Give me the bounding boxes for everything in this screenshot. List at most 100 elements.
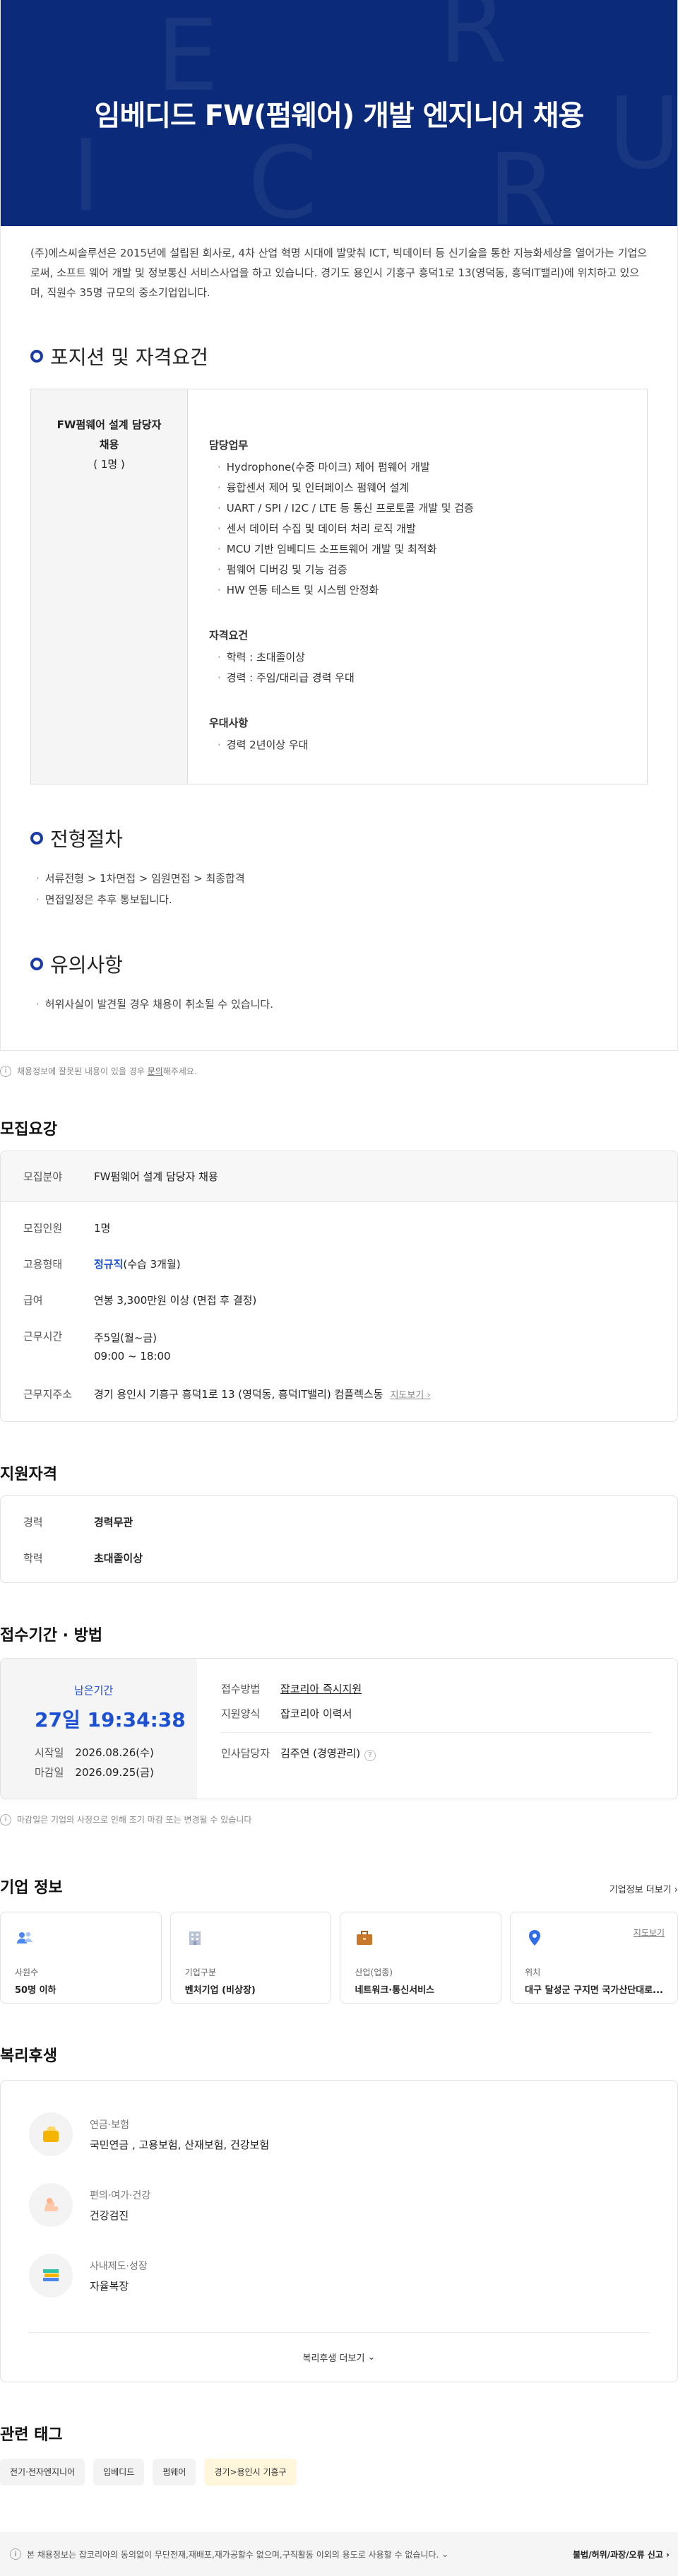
- info-icon: i: [0, 1813, 11, 1825]
- hero-banner: E R I C U R 임베디드 FW(펌웨어) 개발 엔지니어 채용: [1, 0, 677, 226]
- hero-bg-letter: R: [439, 0, 508, 86]
- location-pin-icon: [529, 1930, 541, 1946]
- job-posting-card: E R I C U R 임베디드 FW(펌웨어) 개발 엔지니어 채용 (주)에…: [0, 0, 678, 1051]
- welfare-value: 건강검진: [90, 2209, 129, 2222]
- chevron-down-icon: ⌄: [367, 2352, 376, 2363]
- address-row: 근무지주소 경기 용인시 기흥구 흥덕1로 13 (영덕동, 흥덕IT밸리) 컴…: [1, 1387, 677, 1401]
- tag-item[interactable]: 전기·전자엔지니어: [0, 2459, 85, 2486]
- report-link[interactable]: 불법/허위/과장/오류 신고 ›: [573, 2548, 670, 2560]
- position-count: ( 1명 ): [93, 458, 125, 471]
- salary-row: 급여 연봉 3,300만원 이상 (면접 후 결정): [1, 1293, 677, 1307]
- headcount-row: 모집인원 1명: [1, 1221, 677, 1235]
- row-key: 인사담당자: [221, 1747, 270, 1760]
- instant-apply-link[interactable]: 잡코리아 즉시지원: [280, 1681, 362, 1696]
- remaining-countdown: 27일 19:34:38: [35, 1708, 186, 1731]
- tag-list: 전기·전자엔지니어 임베디드 펌웨어 경기>용인시 기흥구: [0, 2459, 678, 2486]
- welfare-box: 연금·보험 국민연금 , 고용보험, 산재보험, 건강보험 편의·여가·건강 건…: [0, 2080, 678, 2382]
- summary-title: 모집요강: [0, 1121, 57, 1139]
- method-panel: 접수방법 잡코리아 즉시지원 지원양식 잡코리아 이력서 인사담당자 김주연 (…: [197, 1659, 677, 1799]
- start-date: 2026.08.26(수): [75, 1746, 154, 1759]
- application-period-box: 남은기간 27일 19:34:38 시작일 2026.08.26(수) 마감일 20…: [0, 1658, 678, 1799]
- manager-name: 김주연 (경영관리): [280, 1747, 361, 1760]
- position-name-line2: 채용: [99, 438, 119, 451]
- end-date-row: 마감일 2026.09.25(금): [35, 1766, 154, 1779]
- remaining-label: 남은기간: [74, 1684, 114, 1697]
- period-title: 접수기간 · 방법: [0, 1627, 103, 1645]
- company-card-type: 기업구분 벤처기업 (비상장): [170, 1912, 332, 2004]
- list-item: 펌웨어 디버깅 및 기능 검증: [209, 560, 474, 580]
- section-title: 유의사항: [50, 953, 124, 977]
- building-icon: [189, 1931, 201, 1945]
- list-item: MCU 기반 임베디드 소프트웨어 개발 및 최적화: [209, 539, 474, 560]
- error-report-notice: i 채용정보에 잘못된 내용이 있을 경우 문의 해주세요.: [0, 1065, 678, 1077]
- tag-item[interactable]: 경기>용인시 기흥구: [204, 2459, 297, 2486]
- row-value: 연봉 3,300만원 이상 (면접 후 결정): [94, 1294, 257, 1307]
- caution-list: 허위사실이 발견될 경우 채용이 취소될 수 있습니다.: [1, 978, 677, 1015]
- hours-time: 09:00 ~ 18:00: [94, 1350, 171, 1363]
- requirement-group: 자격요건 학력 : 초대졸이상 경력 : 주임/대리급 경력 우대: [209, 626, 474, 688]
- section-position-header: 포지션 및 자격요건: [1, 342, 677, 370]
- card-label: 사원수: [15, 1968, 39, 1977]
- company-intro: (주)에스씨솔루션은 2015년에 설립된 회사로, 4차 산업 혁명 시대에 …: [30, 247, 648, 299]
- hours-row: 근무시간 주5일(월~금) 09:00 ~ 18:00: [1, 1329, 677, 1365]
- list-item: Hydrophone(수중 마이크) 제어 펌웨어 개발: [209, 457, 474, 478]
- footer-text: 본 채용정보는 잡코리아의 동의없이 무단전재,재배포,재가공할수 없으며,구직…: [27, 2549, 439, 2560]
- list-item: 면접일정은 추후 통보됩니다.: [36, 889, 648, 910]
- tags-title: 관련 태그: [0, 2426, 63, 2444]
- list-item: UART / SPI / I2C / LTE 등 통신 프로토콜 개발 및 검증: [209, 498, 474, 519]
- tag-item[interactable]: 임베디드: [93, 2459, 145, 2486]
- company-more-link[interactable]: 기업정보 더보기 ›: [609, 1882, 678, 1895]
- process-list: 서류전형 > 1차면접 > 임원면접 > 최종합격 면접일정은 추후 통보됩니다…: [1, 852, 677, 910]
- qualification-box: 경력 경력무관 학력 초대졸이상: [0, 1495, 678, 1583]
- hero-bg-letter: U: [608, 76, 677, 192]
- section-caution-header: 유의사항: [1, 950, 677, 978]
- welfare-category: 사내제도·성장: [90, 2260, 148, 2272]
- row-key: 접수방법: [221, 1683, 261, 1695]
- welfare-more-button[interactable]: 복리후생 더보기 ⌄: [29, 2332, 649, 2382]
- list-item: 융합센서 제어 및 인터페이스 펌웨어 설계: [209, 478, 474, 498]
- welfare-item: 편의·여가·건강 건강검진: [29, 2170, 649, 2240]
- inquiry-link[interactable]: 문의: [148, 1065, 163, 1077]
- group-title: 우대사항: [209, 717, 249, 729]
- map-link[interactable]: 지도보기 ›: [390, 1390, 430, 1401]
- deadline-notice: i 마감일은 기업의 사정으로 인해 조기 마감 또는 변경될 수 있습니다: [0, 1813, 678, 1825]
- position-table: FW펌웨어 설계 담당자 채용 ( 1명 ) 담당업무 Hydrophone(수…: [30, 389, 648, 784]
- notice-text: 채용정보에 잘못된 내용이 있을 경우: [17, 1066, 145, 1076]
- row-key: 학력: [23, 1552, 43, 1565]
- hero-bg-letter: I: [71, 119, 101, 226]
- briefcase-icon: [357, 1931, 373, 1945]
- row-value: 초대졸이상: [94, 1552, 143, 1565]
- education-row: 학력 초대졸이상: [1, 1551, 677, 1565]
- pension-icon: [29, 2112, 73, 2156]
- hours-days: 주5일(월~금): [94, 1331, 157, 1344]
- welfare-value: 국민연금 , 고용보험, 산재보험, 건강보험: [90, 2138, 270, 2151]
- list-item: 경력 2년이상 우대: [209, 735, 474, 755]
- welfare-category: 편의·여가·건강: [90, 2189, 151, 2201]
- group-title: 자격요건: [209, 629, 249, 642]
- ring-bullet-icon: [30, 958, 43, 970]
- people-icon: [17, 1931, 32, 1943]
- employment-type: 정규직: [94, 1258, 124, 1271]
- manager-row: 인사담당자 김주연 (경영관리)?: [221, 1746, 677, 1761]
- welfare-item: 사내제도·성장 자율복장: [29, 2240, 649, 2311]
- location-map-link[interactable]: 지도보기: [634, 1927, 665, 1939]
- welfare-value: 자율복장: [90, 2279, 129, 2293]
- copyright-footer: i 본 채용정보는 잡코리아의 동의없이 무단전재,재배포,재가공할수 없으며,…: [0, 2532, 678, 2576]
- card-label: 산업(업종): [355, 1968, 393, 1977]
- card-label: 위치: [525, 1968, 541, 1977]
- hero-bg-letter: R: [488, 133, 557, 227]
- health-icon: [29, 2183, 73, 2227]
- form-row: 지원양식 잡코리아 이력서: [221, 1706, 677, 1721]
- company-card-industry: 산업(업종) 네트워크·통신서비스: [340, 1912, 502, 2004]
- company-card-location: 지도보기 위치 대구 달성군 구지면 국가산단대로...: [510, 1912, 678, 2004]
- method-row: 접수방법 잡코리아 즉시지원: [221, 1681, 677, 1696]
- row-value: 잡코리아 이력서: [280, 1707, 352, 1720]
- position-name: FW펌웨어 설계 담당자: [56, 418, 162, 431]
- chevron-down-icon[interactable]: ⌄: [441, 2549, 448, 2559]
- row-value: 1명: [94, 1222, 111, 1235]
- list-item: 센서 데이터 수집 및 데이터 처리 로직 개발: [209, 519, 474, 539]
- notice-tail: 해주세요.: [162, 1066, 197, 1076]
- ring-bullet-icon: [30, 832, 43, 845]
- tag-item[interactable]: 펌웨어: [153, 2459, 196, 2486]
- help-icon[interactable]: ?: [364, 1750, 376, 1761]
